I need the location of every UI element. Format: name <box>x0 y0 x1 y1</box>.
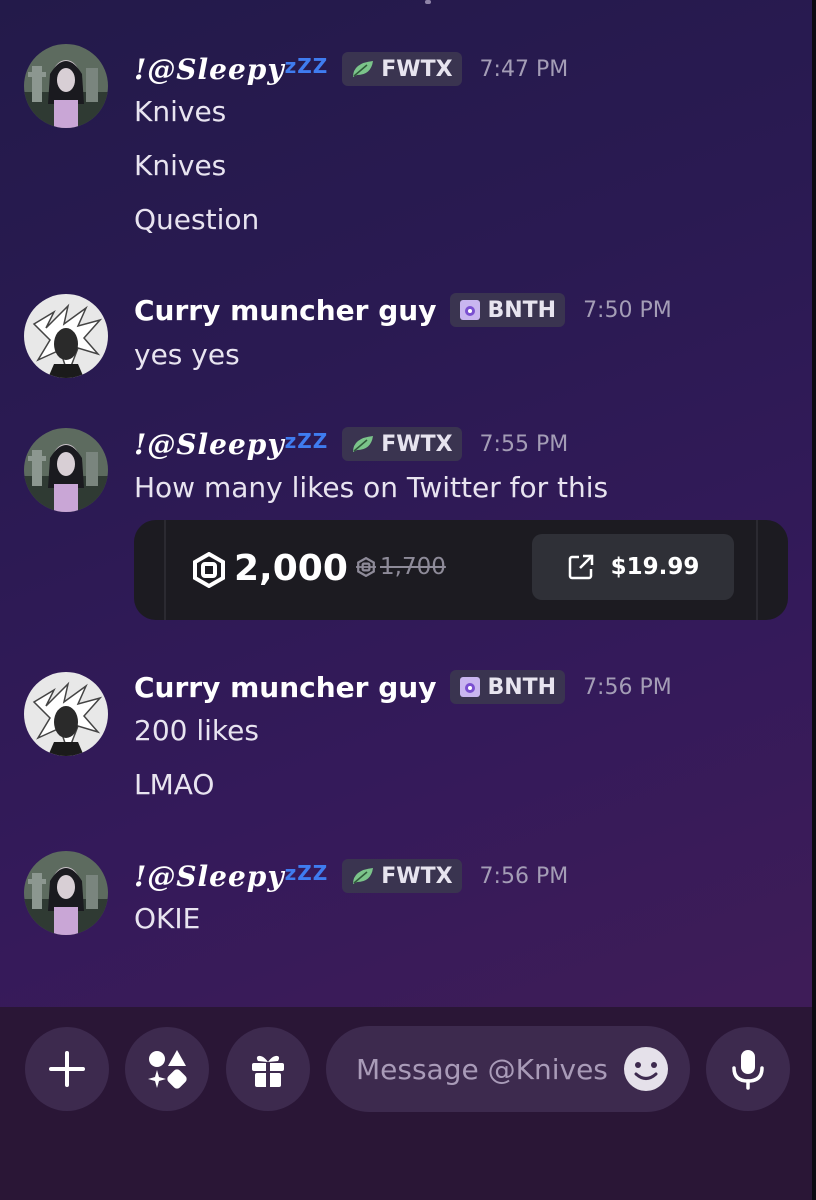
server-tag[interactable]: FWTX <box>342 859 462 893</box>
username[interactable]: !@SleepyzZZ <box>134 860 328 893</box>
leaf-icon <box>353 436 374 452</box>
robux-icon <box>193 552 225 588</box>
message-text: 200 likes <box>134 714 259 747</box>
timestamp: 7:55 PM <box>479 431 569 457</box>
apps-button[interactable] <box>125 1027 209 1111</box>
message-text: OKIE <box>134 902 201 935</box>
product-card: 2,000 1,700 $19.99 <box>134 520 788 620</box>
avatar[interactable] <box>24 428 108 512</box>
username[interactable]: Curry muncher guy <box>134 671 436 704</box>
shield-icon <box>460 300 481 320</box>
sleep-icon: zZZ <box>284 860 329 885</box>
robux-amount: 2,000 <box>234 548 348 589</box>
timestamp: 7:56 PM <box>479 863 569 889</box>
avatar[interactable] <box>24 851 108 935</box>
card-divider <box>164 520 166 620</box>
buy-button[interactable]: $19.99 <box>532 534 734 600</box>
timestamp: 7:56 PM <box>583 674 672 700</box>
robux-icon <box>356 557 376 577</box>
server-tag[interactable]: BNTH <box>450 670 566 704</box>
timestamp: 7:50 PM <box>583 297 672 323</box>
avatar[interactable] <box>24 44 108 128</box>
scroll-indicator <box>425 0 431 4</box>
shield-icon <box>460 677 481 697</box>
price-label: $19.99 <box>610 554 700 580</box>
tag-label: FWTX <box>381 56 453 82</box>
message-input[interactable]: Message @Knives <box>326 1026 690 1112</box>
avatar[interactable] <box>24 294 108 378</box>
tag-label: BNTH <box>487 297 557 323</box>
apps-icon <box>148 1050 187 1089</box>
sleep-icon: zZZ <box>284 53 329 78</box>
message-text: Knives <box>134 149 227 182</box>
avatar[interactable] <box>24 672 108 756</box>
message-text: LMAO <box>134 768 215 801</box>
server-tag[interactable]: FWTX <box>342 52 462 86</box>
card-divider <box>756 520 758 620</box>
username[interactable]: !@SleepyzZZ <box>134 53 328 86</box>
window-edge <box>812 0 816 1200</box>
external-link-icon <box>568 554 593 580</box>
tag-label: FWTX <box>381 863 453 889</box>
message-text: How many likes on Twitter for this <box>134 471 609 504</box>
message-text: Knives <box>134 95 227 128</box>
add-button[interactable] <box>25 1027 109 1111</box>
server-tag[interactable]: BNTH <box>450 293 566 327</box>
message-placeholder: Message @Knives <box>356 1053 608 1086</box>
leaf-icon <box>353 61 374 77</box>
message-text: Question <box>134 203 260 236</box>
leaf-icon <box>353 868 374 884</box>
username[interactable]: Curry muncher guy <box>134 294 436 327</box>
tag-label: BNTH <box>487 674 557 700</box>
timestamp: 7:47 PM <box>479 56 569 82</box>
original-amount: 1,700 <box>380 554 446 580</box>
username[interactable]: !@SleepyzZZ <box>134 428 328 461</box>
gift-button[interactable] <box>226 1027 310 1111</box>
tag-label: FWTX <box>381 431 453 457</box>
server-tag[interactable]: FWTX <box>342 427 462 461</box>
voice-button[interactable] <box>706 1027 790 1111</box>
original-price: 1,700 <box>356 554 446 580</box>
plus-icon <box>49 1051 85 1087</box>
message-text: yes yes <box>134 338 240 371</box>
gift-icon <box>252 1055 284 1087</box>
emoji-icon[interactable] <box>623 1046 669 1092</box>
sleep-icon: zZZ <box>284 428 329 453</box>
microphone-icon <box>732 1050 764 1090</box>
